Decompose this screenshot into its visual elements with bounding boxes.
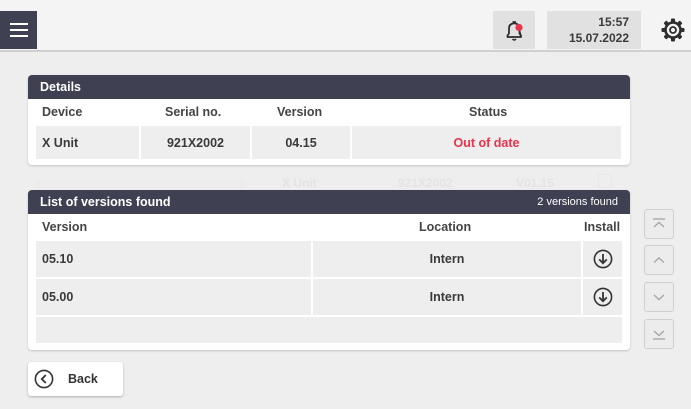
col-version: Version xyxy=(277,105,323,119)
top-bar: 15:57 15.07.2022 xyxy=(0,0,691,52)
device-value: X Unit xyxy=(36,126,139,159)
col-install: Install xyxy=(584,220,621,234)
versions-card-header: List of versions found 2 versions found xyxy=(28,190,630,214)
scroll-bottom-icon xyxy=(653,330,665,340)
col-serial: Serial no. xyxy=(165,105,222,119)
status-value: Out of date xyxy=(352,126,621,159)
versions-header-row: Version Location Install xyxy=(28,214,630,240)
col-location: Location xyxy=(419,220,472,234)
clock-date: 15.07.2022 xyxy=(568,31,629,45)
scroll-down-button[interactable] xyxy=(644,282,674,312)
back-label: Back xyxy=(68,372,98,386)
col-status: Status xyxy=(469,105,508,119)
scroll-top-icon xyxy=(653,218,665,228)
row-version: 05.00 xyxy=(36,279,311,315)
clock-time: 15:57 xyxy=(598,15,629,29)
clock: 15:57 15.07.2022 xyxy=(547,11,641,49)
scroll-down-icon xyxy=(653,294,665,301)
version-value: 04.15 xyxy=(252,126,350,159)
row-location: Intern xyxy=(313,241,581,277)
scroll-bottom-button[interactable] xyxy=(644,319,674,349)
bell-icon xyxy=(506,21,523,41)
chevron-left-circle-icon xyxy=(34,369,54,389)
settings-gear-icon xyxy=(661,18,685,42)
scroll-top-button[interactable] xyxy=(644,209,674,239)
row-location: Intern xyxy=(313,279,581,315)
ghost-device: X Unit xyxy=(282,176,317,190)
col-version: Version xyxy=(42,220,88,234)
col-device: Device xyxy=(42,105,83,119)
back-button[interactable]: Back xyxy=(28,362,123,396)
versions-title: List of versions found xyxy=(40,195,171,209)
install-button[interactable] xyxy=(583,279,622,315)
row-version: 05.10 xyxy=(36,241,311,277)
settings-button[interactable] xyxy=(660,17,686,43)
ghost-version: V01.15 xyxy=(516,176,555,190)
download-icon xyxy=(593,249,612,269)
scroll-up-button[interactable] xyxy=(644,245,674,275)
details-card: Details Device Serial no. Version Status… xyxy=(28,75,630,165)
download-icon xyxy=(593,287,612,307)
details-header-row: Device Serial no. Version Status xyxy=(28,99,630,125)
notification-button[interactable] xyxy=(493,11,535,49)
details-title: Details xyxy=(28,75,630,99)
install-button[interactable] xyxy=(583,241,622,277)
notification-dot xyxy=(515,23,523,32)
versions-card: List of versions found 2 versions found … xyxy=(28,190,630,350)
serial-value: 921X2002 xyxy=(141,126,250,159)
ghost-serial: 921X2002 xyxy=(398,176,453,190)
empty-row xyxy=(36,317,622,343)
background-device-row: X Unit 921X2002 V01.15 xyxy=(28,172,630,192)
scroll-up-icon xyxy=(653,257,665,264)
versions-count: 2 versions found xyxy=(537,196,618,208)
menu-icon[interactable] xyxy=(0,11,37,49)
